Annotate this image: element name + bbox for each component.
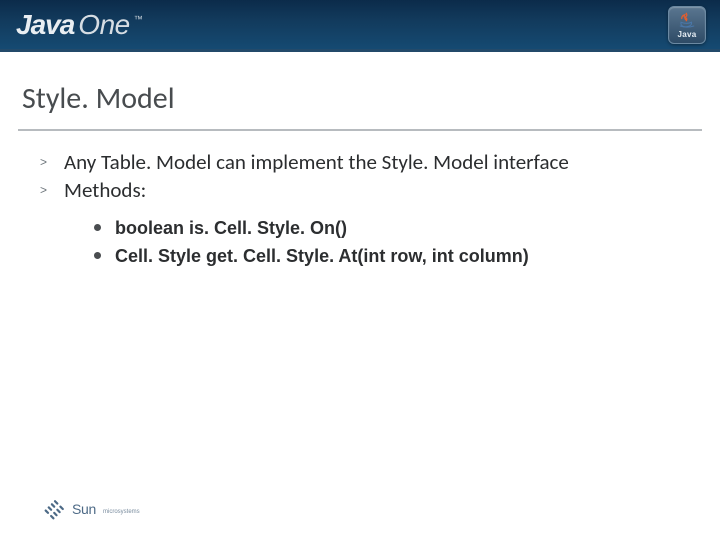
bullet-dot-icon — [94, 252, 101, 259]
slide-title: Style. Model — [0, 52, 720, 123]
logo-java-text: Java — [16, 9, 74, 41]
bullet-text: boolean is. Cell. Style. On() — [115, 216, 347, 240]
bullet-lvl1: > Methods: — [40, 177, 680, 203]
sun-logo: Sun microsystems — [44, 498, 140, 520]
java-badge-icon: Java — [668, 6, 706, 44]
bullet-lvl1: > Any Table. Model can implement the Sty… — [40, 149, 680, 175]
bullet-lvl2: boolean is. Cell. Style. On() — [94, 216, 680, 240]
bullet-text: Cell. Style get. Cell. Style. At(int row… — [115, 244, 529, 268]
sun-text: Sun — [72, 501, 96, 517]
chevron-right-icon: > — [40, 149, 50, 170]
coffee-cup-icon — [678, 11, 696, 29]
sun-microsystems-text: microsystems — [103, 509, 140, 515]
bullet-text: Methods: — [64, 177, 146, 203]
sub-bullet-group: boolean is. Cell. Style. On() Cell. Styl… — [40, 206, 680, 269]
bullet-lvl2: Cell. Style get. Cell. Style. At(int row… — [94, 244, 680, 268]
header-bar: JavaOne™ Java — [0, 0, 720, 52]
logo-one-text: One — [78, 9, 129, 41]
java-badge-text: Java — [678, 30, 697, 39]
sun-mark-icon — [44, 498, 66, 520]
slide: JavaOne™ Java Style. Model > Any Table. … — [0, 0, 720, 540]
chevron-right-icon: > — [40, 177, 50, 198]
bullet-text: Any Table. Model can implement the Style… — [64, 149, 569, 175]
logo-tm: ™ — [134, 14, 143, 24]
slide-body: > Any Table. Model can implement the Sty… — [0, 131, 720, 268]
bullet-dot-icon — [94, 224, 101, 231]
javaone-logo: JavaOne ™ — [16, 9, 143, 41]
